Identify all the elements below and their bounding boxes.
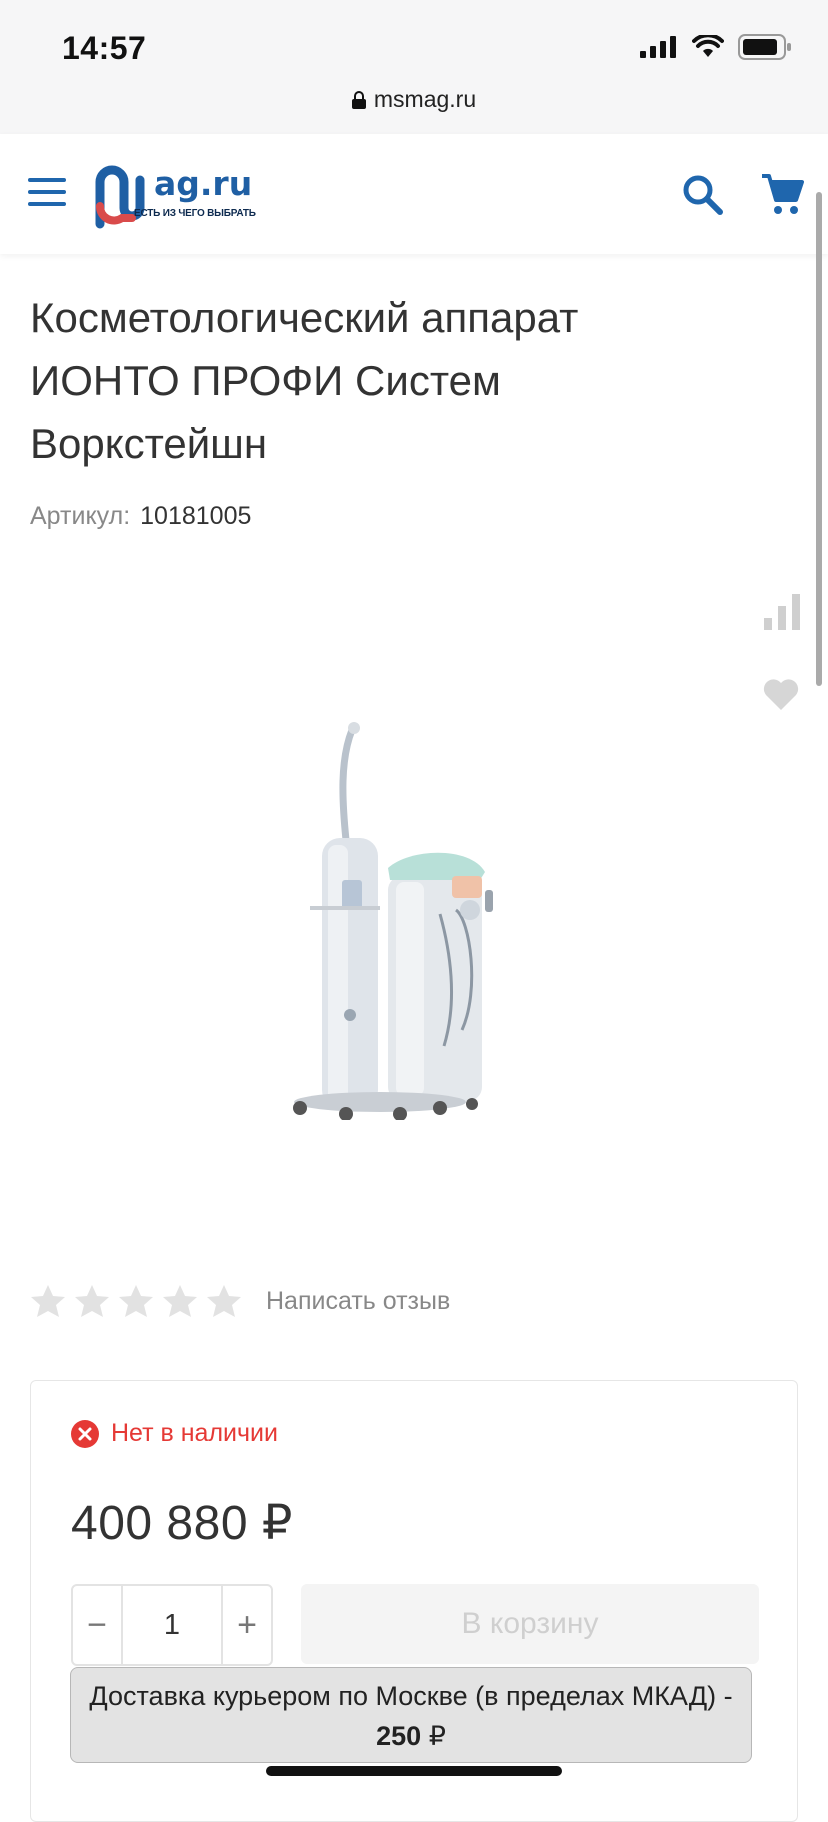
stock-status: Нет в наличии: [71, 1419, 278, 1448]
menu-icon: [28, 178, 66, 182]
logo-text: ag.ru: [154, 164, 253, 203]
star-icon[interactable]: [74, 1284, 110, 1318]
delivery-info: Доставка курьером по Москве (в пределах …: [70, 1667, 752, 1763]
quantity-stepper: − 1 +: [71, 1584, 273, 1666]
battery-icon: [738, 34, 791, 60]
sku-value: 10181005: [140, 502, 252, 530]
quantity-input[interactable]: 1: [121, 1586, 223, 1664]
compare-button[interactable]: [762, 592, 802, 632]
cellular-signal-icon: [640, 36, 676, 58]
cart-button[interactable]: [760, 172, 804, 216]
site-header: ag.ru ЕСТЬ ИЗ ЧЕГО ВЫБРАТЬ: [0, 134, 828, 254]
star-icon[interactable]: [162, 1284, 198, 1318]
logo-tagline: ЕСТЬ ИЗ ЧЕГО ВЫБРАТЬ: [134, 208, 256, 219]
add-to-cart-button[interactable]: В корзину: [301, 1584, 759, 1664]
delivery-price: 250: [376, 1721, 422, 1751]
search-button[interactable]: [682, 174, 724, 216]
star-icon[interactable]: [206, 1284, 242, 1318]
heart-icon: [763, 679, 799, 710]
search-icon: [683, 175, 723, 215]
logo-m-mark: [95, 165, 145, 229]
delivery-text: Доставка курьером по Москве (в пределах …: [89, 1681, 733, 1711]
wifi-icon: [692, 35, 724, 57]
status-time: 14:57: [62, 30, 147, 66]
quantity-increase-button[interactable]: +: [223, 1586, 271, 1664]
address-bar[interactable]: msmag.ru: [0, 86, 828, 113]
page-scrollbar[interactable]: [816, 192, 822, 686]
url-text: msmag.ru: [373, 86, 477, 112]
system-icons: [640, 34, 792, 60]
site-logo[interactable]: ag.ru ЕСТЬ ИЗ ЧЕГО ВЫБРАТЬ: [92, 162, 256, 232]
quantity-decrease-button[interactable]: −: [73, 1586, 121, 1664]
product-sku: Артикул: 10181005: [30, 502, 251, 531]
cart-icon: [762, 174, 804, 214]
product-image[interactable]: [280, 700, 550, 1120]
delivery-currency: ₽: [428, 1721, 446, 1751]
product-price: 400 880 ₽: [71, 1497, 293, 1550]
sku-label: Артикул:: [30, 502, 131, 530]
star-icon[interactable]: [30, 1284, 66, 1318]
star-icon[interactable]: [118, 1284, 154, 1318]
product-title: Косметологический аппарат ИОНТО ПРОФИ Си…: [30, 294, 579, 467]
product-rating: Написать отзыв: [30, 1284, 450, 1318]
compare-icon: [764, 594, 800, 630]
favorite-button[interactable]: [762, 676, 800, 712]
write-review-link[interactable]: Написать отзыв: [266, 1287, 450, 1316]
stock-status-text: Нет в наличии: [111, 1419, 278, 1447]
close-circle-icon: [71, 1419, 99, 1448]
browser-chrome: 14:57 msmag.ru: [0, 0, 828, 135]
menu-button[interactable]: [28, 178, 66, 208]
lock-icon: [351, 91, 366, 109]
home-indicator[interactable]: [266, 1766, 562, 1776]
